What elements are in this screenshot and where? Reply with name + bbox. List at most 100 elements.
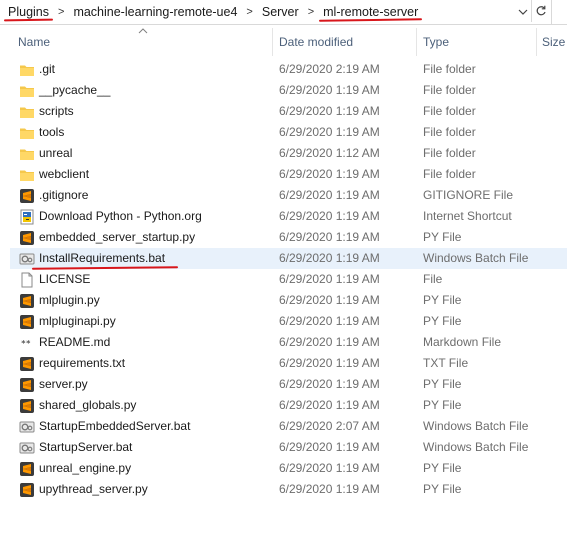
file-row[interactable]: unreal 6/29/2020 1:12 AM File folder [10,143,567,164]
sublime-text-file-icon [19,188,35,204]
file-name: upythread_server.py [39,482,148,496]
markdown-file-icon: ** [19,335,35,351]
breadcrumb-item-plugins[interactable]: Plugins [3,5,54,22]
column-divider[interactable] [416,28,417,56]
sublime-text-file-icon [19,230,35,246]
file-type: PY File [423,230,462,244]
file-type: PY File [423,461,462,475]
file-name: LICENSE [39,272,91,286]
file-date-modified: 6/29/2020 1:19 AM [279,314,380,328]
breadcrumb-label: Plugins [8,5,49,19]
file-name: shared_globals.py [39,398,137,412]
file-row[interactable]: requirements.txt 6/29/2020 1:19 AM TXT Fil… [10,353,567,374]
file-name: .git [39,62,56,76]
folder-icon [19,125,35,141]
file-date-modified: 6/29/2020 1:19 AM [279,104,380,118]
batch-file-icon [19,419,35,435]
folder-icon [19,104,35,120]
file-row[interactable]: mlpluginapi.py 6/29/2020 1:19 AM PY File [10,311,567,332]
file-row[interactable]: .gitignore 6/29/2020 1:19 AM GITIGNORE Fil… [10,185,567,206]
file-name: unreal [39,146,73,160]
file-type: File folder [423,125,476,139]
file-row[interactable]: tools 6/29/2020 1:19 AM File folder [10,122,567,143]
file-type: File folder [423,83,476,97]
file-name: StartupServer.bat [39,440,133,454]
file-name: scripts [39,104,74,118]
file-row[interactable]: webclient 6/29/2020 1:19 AM File folder [10,164,567,185]
file-type: File folder [423,104,476,118]
file-type: File folder [423,62,476,76]
file-row[interactable]: InstallRequirements.bat 6/29/2020 1:19 AM… [10,248,567,270]
address-bar-edge [551,0,567,24]
file-row[interactable]: scripts 6/29/2020 1:19 AM File folder [10,101,567,122]
breadcrumb-item-ml-remote-server[interactable]: ml-remote-server [319,5,423,22]
file-date-modified: 6/29/2020 1:19 AM [279,440,380,454]
file-name: webclient [39,167,90,181]
file-date-modified: 6/29/2020 1:12 AM [279,146,380,160]
file-row[interactable]: StartupServer.bat 6/29/2020 1:19 AM Window… [10,437,567,458]
chevron-down-icon[interactable] [515,2,531,22]
file-row[interactable]: unreal_engine.py 6/29/2020 1:19 AM PY File [10,458,567,479]
file-row[interactable]: LICENSE 6/29/2020 1:19 AM File [10,269,567,290]
file-name: README.md [39,335,111,349]
file-type: GITIGNORE File [423,188,514,202]
file-row[interactable]: __pycache__ 6/29/2020 1:19 AM File folder [10,80,567,101]
file-type: Windows Batch File [423,251,529,265]
file-row[interactable]: embedded_server_startup.py 6/29/2020 1:19… [10,227,567,248]
breadcrumb-item-server[interactable]: Server [260,5,301,19]
address-bar[interactable]: Plugins > machine-learning-remote-ue4 > … [0,0,567,25]
file-row[interactable]: StartupEmbeddedServer.bat 6/29/2020 2:07 … [10,416,567,437]
annotation-underline [319,18,423,22]
column-header-name[interactable]: Name [18,26,50,58]
file-row[interactable]: .git 6/29/2020 2:19 AM File folder [10,59,567,80]
file-type: Internet Shortcut [423,209,512,223]
column-divider[interactable] [272,28,273,56]
batch-file-icon [19,440,35,456]
file-type: PY File [423,377,462,391]
file-date-modified: 6/29/2020 2:19 AM [279,62,380,76]
sublime-text-file-icon [19,398,35,414]
file-date-modified: 6/29/2020 1:19 AM [279,398,380,412]
column-divider[interactable] [536,28,537,56]
chevron-right-icon[interactable]: > [239,6,259,18]
file-date-modified: 6/29/2020 1:19 AM [279,482,380,496]
chevron-right-icon[interactable]: > [51,6,71,18]
breadcrumb-item-machine-learning-remote-ue4[interactable]: machine-learning-remote-ue4 [71,5,239,19]
blank-file-icon [19,272,35,288]
breadcrumb-label: ml-remote-server [323,5,419,19]
file-date-modified: 6/29/2020 1:19 AM [279,230,380,244]
refresh-icon[interactable] [531,0,550,22]
annotation-underline [3,18,54,22]
internet-shortcut-icon [19,209,35,225]
file-type: File [423,272,443,286]
file-name: unreal_engine.py [39,461,132,475]
folder-icon [19,62,35,78]
file-row[interactable]: server.py 6/29/2020 1:19 AM PY File [10,374,567,395]
file-date-modified: 6/29/2020 1:19 AM [279,251,380,265]
folder-icon [19,146,35,162]
file-row[interactable]: Download Python - Python.org 6/29/2020 1:… [10,206,567,227]
file-type: File folder [423,146,476,160]
file-name: __pycache__ [39,83,111,97]
file-row[interactable]: shared_globals.py 6/29/2020 1:19 AM PY Fil… [10,395,567,416]
sort-ascending-icon [138,26,148,37]
file-type: PY File [423,482,462,496]
breadcrumb: Plugins > machine-learning-remote-ue4 > … [3,0,423,24]
sublime-text-file-icon [19,293,35,309]
file-date-modified: 6/29/2020 1:19 AM [279,461,380,475]
folder-icon [19,167,35,183]
file-row[interactable]: mlplugin.py 6/29/2020 1:19 AM PY File [10,290,567,311]
file-type: Windows Batch File [423,440,529,454]
folder-icon [19,83,35,99]
chevron-right-icon[interactable]: > [301,6,321,18]
file-row[interactable]: ** README.md 6/29/2020 1:19 AM Markdown Fil… [10,332,567,353]
column-header-date-modified[interactable]: Date modified [279,26,353,58]
sublime-text-file-icon [19,377,35,393]
column-header-size[interactable]: Size [542,26,565,58]
file-name: tools [39,125,65,139]
file-name: server.py [39,377,88,391]
file-row[interactable]: upythread_server.py 6/29/2020 1:19 AM PY F… [10,479,567,500]
file-type: Windows Batch File [423,419,529,433]
column-header-type[interactable]: Type [423,26,449,58]
file-date-modified: 6/29/2020 1:19 AM [279,167,380,181]
